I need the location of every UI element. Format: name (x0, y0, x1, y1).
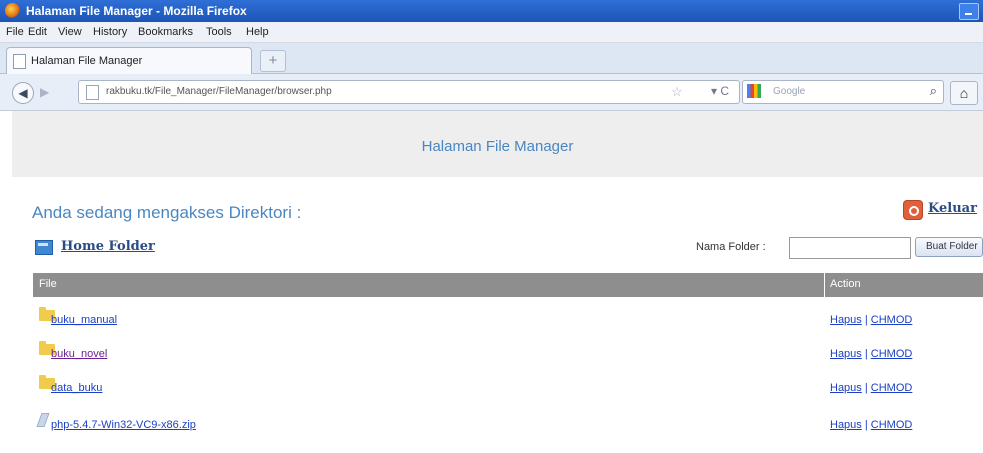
tab-halaman-file-manager[interactable]: Halaman File Manager (6, 47, 252, 74)
forward-button[interactable]: ▶ (40, 85, 49, 99)
tab-title: Halaman File Manager (31, 55, 143, 67)
page-icon (13, 54, 26, 69)
action-separator: | (864, 419, 868, 431)
table-row: buku_novel Hapus | CHMOD (33, 341, 983, 366)
firefox-icon (5, 3, 20, 18)
row-actions: Hapus | CHMOD (830, 314, 912, 326)
column-header-file: File (39, 278, 57, 290)
back-button[interactable]: ◀ (12, 82, 34, 104)
create-folder-button[interactable]: Buat Folder (915, 237, 983, 257)
url-text[interactable]: rakbuku.tk/File_Manager/FileManager/brow… (106, 86, 332, 97)
action-separator: | (864, 314, 868, 326)
minimize-button[interactable] (959, 3, 979, 20)
column-header-action: Action (830, 278, 861, 290)
chmod-link[interactable]: CHMOD (871, 348, 913, 360)
file-icon (36, 413, 50, 427)
action-separator: | (864, 348, 868, 360)
logout-link[interactable]: Keluar (928, 201, 977, 216)
menu-file[interactable]: File (6, 26, 24, 38)
directory-title: Anda sedang mengakses Direktori : (32, 203, 302, 222)
menu-tools[interactable]: Tools (206, 26, 232, 38)
search-placeholder: Google (773, 86, 806, 97)
row-actions: Hapus | CHMOD (830, 348, 912, 360)
page-title: Halaman File Manager (421, 138, 574, 155)
delete-link[interactable]: Hapus (830, 419, 862, 431)
chmod-link[interactable]: CHMOD (871, 419, 913, 431)
file-name-link[interactable]: data_buku (51, 382, 102, 394)
folder-name-input[interactable] (789, 237, 911, 259)
menu-bar: File Edit View History Bookmarks Tools H… (0, 22, 983, 43)
home-folder-link[interactable]: Home Folder (61, 239, 155, 254)
search-icon[interactable]: ⌕ (930, 83, 937, 99)
url-bar[interactable]: rakbuku.tk/File_Manager/FileManager/brow… (78, 80, 740, 104)
tab-bar: Halaman File Manager + (0, 43, 983, 74)
home-folder-icon[interactable] (35, 240, 53, 255)
chmod-link[interactable]: CHMOD (871, 382, 913, 394)
menu-bookmarks[interactable]: Bookmarks (138, 26, 193, 38)
page-icon (86, 85, 99, 100)
file-name-link[interactable]: php-5.4.7-Win32-VC9-x86.zip (51, 419, 196, 431)
table-row: buku_manual Hapus | CHMOD (33, 307, 983, 332)
window-title: Halaman File Manager - Mozilla Firefox (26, 4, 247, 18)
row-actions: Hapus | CHMOD (830, 419, 912, 431)
menu-help[interactable]: Help (246, 26, 269, 38)
logout-icon[interactable] (903, 200, 923, 220)
delete-link[interactable]: Hapus (830, 382, 862, 394)
google-icon[interactable] (747, 84, 761, 98)
file-name-link[interactable]: buku_manual (51, 314, 117, 326)
page-header: Halaman File Manager (12, 111, 983, 177)
table-header: File Action (33, 273, 983, 297)
new-tab-button[interactable]: + (260, 50, 286, 72)
table-row: data_buku Hapus | CHMOD (33, 375, 983, 400)
column-separator (824, 273, 825, 297)
search-box[interactable]: Google ⌕ (742, 80, 944, 104)
menu-view[interactable]: View (58, 26, 82, 38)
menu-edit[interactable]: Edit (28, 26, 47, 38)
file-name-link[interactable]: buku_novel (51, 348, 107, 360)
chmod-link[interactable]: CHMOD (871, 314, 913, 326)
table-row: php-5.4.7-Win32-VC9-x86.zip Hapus | CHMO… (33, 413, 983, 437)
reload-icon[interactable]: ▾ C (711, 84, 729, 98)
navigation-toolbar: ◀ ▶ rakbuku.tk/File_Manager/FileManager/… (0, 74, 983, 111)
menu-history[interactable]: History (93, 26, 127, 38)
home-icon[interactable]: ⌂ (950, 81, 978, 105)
delete-link[interactable]: Hapus (830, 348, 862, 360)
page-content: Halaman File Manager Anda sedang mengaks… (12, 111, 983, 453)
action-separator: | (864, 382, 868, 394)
delete-link[interactable]: Hapus (830, 314, 862, 326)
row-actions: Hapus | CHMOD (830, 382, 912, 394)
bookmark-star-icon[interactable]: ☆ (671, 84, 683, 100)
folder-name-label: Nama Folder : (696, 241, 766, 253)
window-titlebar: Halaman File Manager - Mozilla Firefox (0, 0, 983, 22)
